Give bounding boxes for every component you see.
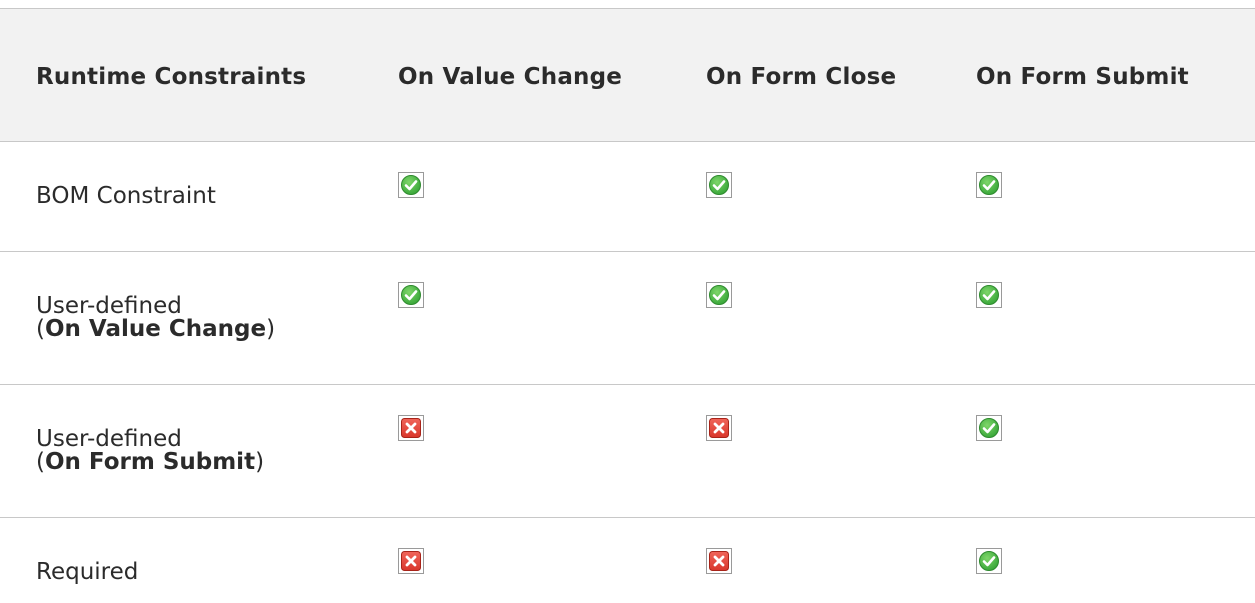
cross-icon bbox=[706, 415, 732, 441]
table-row: User-defined (On Form Submit) bbox=[0, 384, 1255, 517]
row-label-qualifier: (On Form Submit) bbox=[36, 449, 265, 475]
check-icon bbox=[398, 282, 424, 308]
check-icon bbox=[976, 548, 1002, 574]
cross-icon bbox=[398, 548, 424, 574]
row-label: BOM Constraint bbox=[36, 183, 216, 209]
check-icon bbox=[976, 282, 1002, 308]
cross-icon bbox=[706, 548, 732, 574]
row-label-qualifier: (On Value Change) bbox=[36, 316, 276, 342]
table-row: Required bbox=[0, 517, 1255, 603]
constraints-table: Runtime Constraints On Value Change On F… bbox=[0, 0, 1255, 603]
check-icon bbox=[706, 282, 732, 308]
cross-icon bbox=[398, 415, 424, 441]
column-header-on-form-close: On Form Close bbox=[706, 64, 897, 90]
check-icon bbox=[976, 415, 1002, 441]
table-row: BOM Constraint bbox=[0, 141, 1255, 251]
table-header-row: Runtime Constraints On Value Change On F… bbox=[0, 8, 1255, 141]
check-icon bbox=[398, 172, 424, 198]
column-header-runtime-constraints: Runtime Constraints bbox=[36, 64, 307, 90]
column-header-on-form-submit: On Form Submit bbox=[976, 64, 1189, 90]
row-label: Required bbox=[36, 559, 139, 585]
column-header-on-value-change: On Value Change bbox=[398, 64, 623, 90]
check-icon bbox=[976, 172, 1002, 198]
row-label: User-defined bbox=[36, 293, 182, 319]
table-row: User-defined (On Value Change) bbox=[0, 251, 1255, 384]
row-label: User-defined bbox=[36, 426, 182, 452]
check-icon bbox=[706, 172, 732, 198]
